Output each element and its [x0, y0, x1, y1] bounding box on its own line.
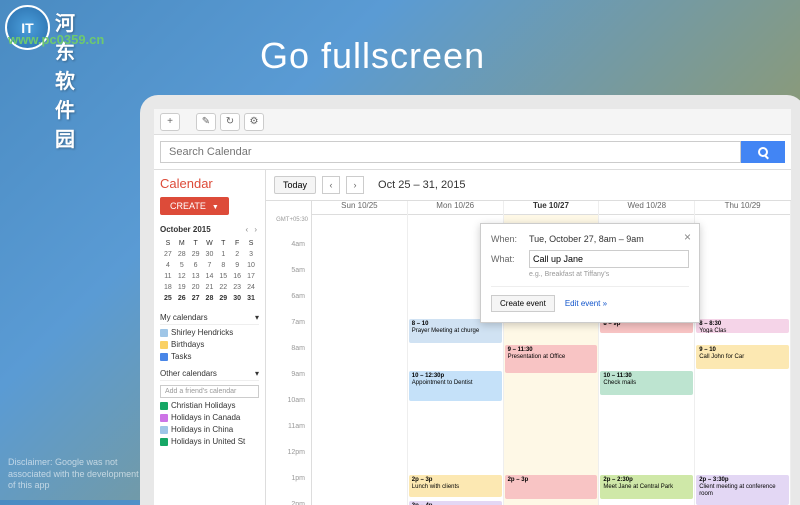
day-column[interactable]: Sun 10/25 [312, 201, 408, 505]
hero-title: Go fullscreen [260, 35, 485, 77]
day-header[interactable]: Mon 10/26 [408, 201, 503, 215]
dropdown-icon[interactable]: ▾ [255, 369, 259, 378]
date-range: Oct 25 – 31, 2015 [378, 179, 465, 191]
search-icon [758, 147, 768, 157]
calendar-color-icon [160, 438, 168, 446]
calendar-event[interactable]: 9 – 10Call John for Car [696, 345, 789, 369]
watermark-text: 河东软件园 [55, 7, 75, 152]
calendar-color-icon [160, 341, 168, 349]
mini-month-nav[interactable]: ‹ › [245, 225, 259, 234]
laptop-frame: + ✎ ↻ ⚙ Calendar CREATE October 2015 ‹ ›… [140, 95, 800, 505]
calendar-item[interactable]: Holidays in United St [160, 437, 259, 446]
today-button[interactable]: Today [274, 176, 316, 194]
other-calendars-head[interactable]: Other calendars [160, 369, 217, 378]
calendar-item[interactable]: Holidays in Canada [160, 413, 259, 422]
calendar-color-icon [160, 426, 168, 434]
calendar-item[interactable]: Christian Holidays [160, 401, 259, 410]
day-column[interactable]: Thu 10/29 8 – 8:30Yoga Clas 9 – 10Call Joh… [695, 201, 791, 505]
day-header[interactable]: Wed 10/28 [599, 201, 694, 215]
day-header[interactable]: Sun 10/25 [312, 201, 407, 215]
search-input[interactable] [160, 141, 741, 163]
prev-week-button[interactable]: ‹ [322, 176, 340, 194]
calendar-color-icon [160, 353, 168, 361]
compose-button[interactable]: ✎ [196, 113, 216, 131]
day-header[interactable]: Tue 10/27 [504, 201, 599, 215]
calendar-item[interactable]: Holidays in China [160, 425, 259, 434]
calendar-event[interactable]: 2p – 3:30pClient meeting at conference r… [696, 475, 789, 505]
add-button[interactable]: + [160, 113, 180, 131]
calendar-color-icon [160, 402, 168, 410]
calendar-item[interactable]: Birthdays [160, 340, 259, 349]
add-friend-input[interactable]: Add a friend's calendar [160, 385, 259, 398]
calendar-title: Calendar [160, 176, 259, 191]
edit-event-link[interactable]: Edit event » [565, 299, 607, 308]
calendar-event[interactable]: 8 – 8:30Yoga Clas [696, 319, 789, 333]
when-label: When: [491, 234, 529, 244]
refresh-button[interactable]: ↻ [220, 113, 240, 131]
day-header[interactable]: Thu 10/29 [695, 201, 790, 215]
what-hint: e.g., Breakfast at Tiffany's [529, 271, 689, 278]
calendar-event[interactable]: 10 – 12:30pAppointment to Dentist [409, 371, 502, 401]
calendar-event[interactable]: 9 – 11:30Presentation at Office [505, 345, 598, 373]
calendar-item[interactable]: Shirley Hendricks [160, 328, 259, 337]
mini-calendar[interactable]: SMTWTFS272829301234567891011121314151617… [160, 237, 259, 305]
next-week-button[interactable]: › [346, 176, 364, 194]
create-event-button[interactable]: Create event [491, 295, 555, 312]
app-toolbar: + ✎ ↻ ⚙ [154, 109, 791, 135]
calendar-event[interactable]: 2p – 2:30pMeet Jane at Central Park [600, 475, 693, 499]
calendar-event[interactable]: 3p – 4pClara at Movie theatre [409, 501, 502, 505]
close-icon[interactable]: × [684, 230, 691, 244]
my-calendars-head[interactable]: My calendars [160, 313, 208, 322]
settings-button[interactable]: ⚙ [244, 113, 264, 131]
sidebar: Calendar CREATE October 2015 ‹ › SMTWTFS… [154, 170, 266, 505]
what-label: What: [491, 254, 529, 264]
watermark-url: www.pc0359.cn [8, 32, 104, 47]
event-popup: × When:Tue, October 27, 8am – 9am What: … [480, 223, 700, 323]
calendar-color-icon [160, 414, 168, 422]
create-button[interactable]: CREATE [160, 197, 229, 215]
calendar-event[interactable]: 2p – 3p [505, 475, 598, 499]
calendar-color-icon [160, 329, 168, 337]
mini-month-label: October 2015 [160, 225, 211, 234]
dropdown-icon[interactable]: ▾ [255, 313, 259, 322]
what-input[interactable] [529, 250, 689, 268]
calendar-event[interactable]: 2p – 3pLunch with clients [409, 475, 502, 497]
gmt-label: GMT+05:30 [266, 215, 311, 241]
disclaimer-text: Disclaimer: Google was not associated wi… [8, 457, 148, 492]
when-value: Tue, October 27, 8am – 9am [529, 234, 689, 244]
time-column: GMT+05:30 4am5am6am7am8am9am10am11am12pm… [266, 201, 312, 505]
calendar-item[interactable]: Tasks [160, 352, 259, 361]
calendar-event[interactable]: 10 – 11:30Check mails [600, 371, 693, 395]
search-button[interactable] [741, 141, 785, 163]
